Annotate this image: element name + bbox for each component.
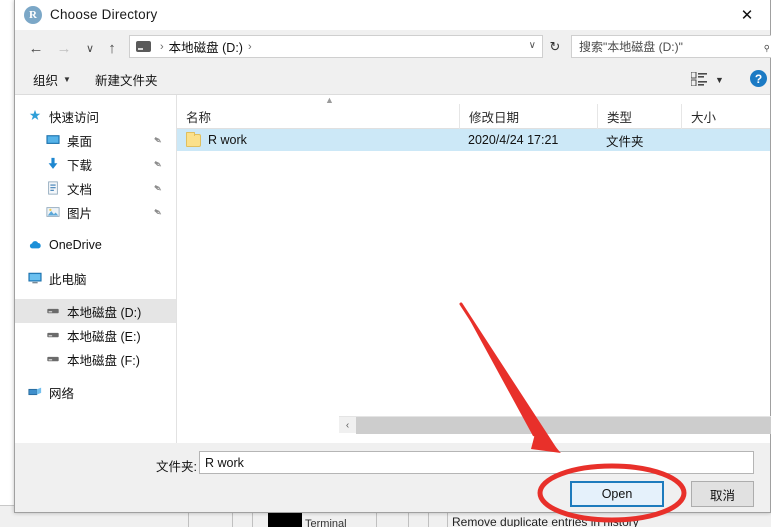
scrollbar-track[interactable] [356,416,771,434]
sidebar-item-label: 本地磁盘 (E:) [67,329,141,344]
drive-icon [45,303,61,319]
scroll-left-icon[interactable]: ‹ [339,417,356,434]
folder-field-label: 文件夹: [156,460,197,474]
documents-icon [45,180,61,196]
network-icon [27,384,43,400]
folder-input[interactable] [199,451,754,474]
desktop-icon [45,132,61,148]
new-folder-button[interactable]: 新建文件夹 [95,70,158,89]
column-header-type[interactable]: 类型 [597,103,681,129]
file-name-cell[interactable]: R work [177,131,459,147]
choose-directory-dialog: R Choose Directory ✕ ← → ∨ ↑ › 本地磁盘 (D:)… [14,0,771,513]
sidebar-item-5[interactable]: OneDrive [15,233,176,257]
bg-history-label: Remove duplicate entries in history [452,515,639,527]
column-header-row: 名称 修改日期 类型 大小 [177,103,770,129]
column-header-size[interactable]: 大小 [681,103,770,129]
drive-icon [45,327,61,343]
recent-locations-icon[interactable]: ∨ [79,37,101,59]
pin-icon[interactable]: ✒ [150,133,165,148]
column-header-name[interactable]: 名称 [177,104,459,129]
chevron-down-icon[interactable]: ▼ [715,75,724,85]
sidebar-item-7[interactable]: 本地磁盘 (D:) [15,299,176,323]
new-folder-label: 新建文件夹 [95,74,158,88]
file-type-cell: 文件夹 [606,134,644,149]
breadcrumb-current[interactable]: 本地磁盘 (D:) [169,37,243,56]
star-pin-icon [27,108,43,124]
pin-icon[interactable]: ✒ [150,181,165,196]
sidebar-item-label: 快速访问 [49,110,100,125]
help-icon[interactable]: ? [750,70,767,87]
sidebar-item-label: 此电脑 [49,272,87,287]
sidebar-item-label: 本地磁盘 (F:) [67,353,140,368]
sidebar-item-label: 桌面 [67,134,93,149]
sidebar-item-8[interactable]: 本地磁盘 (E:) [15,323,176,347]
sidebar-item-label: 下载 [67,158,93,173]
organize-button[interactable]: 组织 ▼ [33,70,71,89]
navigation-bar: ← → ∨ ↑ › 本地磁盘 (D:) › ∨ ↻ 搜索"本地磁盘 (D:)" … [15,30,771,64]
dialog-body: 快速访问桌面 ✒ 下载 ✒ 文档 ✒ 图片 ✒ OneDrive 此电脑本地磁盘 (D:) 本地磁盘… [15,94,771,444]
cloud-icon [27,237,43,253]
folder-icon [186,131,201,147]
horizontal-scrollbar[interactable]: ‹ › [339,416,771,434]
title-bar: R Choose Directory ✕ [15,0,770,30]
cancel-button[interactable]: 取消 [691,481,754,507]
window-title: Choose Directory [50,7,158,22]
column-header-date[interactable]: 修改日期 [459,103,597,129]
table-row[interactable]: R work 2020/4/24 17:21 文件夹 [177,129,770,151]
chevron-down-icon[interactable]: ∨ [529,40,536,51]
screenshot-root: Terminal Remove duplicate entries in his… [0,0,771,527]
sidebar-item-6[interactable]: 此电脑 [15,266,176,290]
sidebar-item-label: 本地磁盘 (D:) [67,305,142,320]
sidebar-list: 快速访问桌面 ✒ 下载 ✒ 文档 ✒ 图片 ✒ OneDrive 此电脑本地磁盘 (D:) 本地磁盘… [15,104,176,404]
search-box[interactable]: 搜索"本地磁盘 (D:)" ⌕ [571,35,771,58]
sidebar-item-2[interactable]: 下载 ✒ [15,152,176,176]
drive-icon [136,41,151,52]
refresh-icon[interactable]: ↻ [545,37,565,57]
file-name-label: R work [208,133,247,147]
scrollbar-thumb[interactable] [356,416,771,434]
view-mode-icon[interactable] [691,72,707,86]
up-icon[interactable]: ↑ [101,37,123,59]
sidebar-item-1[interactable]: 桌面 ✒ [15,128,176,152]
sidebar-item-label: 图片 [67,206,93,221]
sidebar-item-4[interactable]: 图片 ✒ [15,200,176,224]
open-button[interactable]: Open [570,481,664,507]
breadcrumb-separator[interactable]: › [248,41,252,53]
sidebar-item-3[interactable]: 文档 ✒ [15,176,176,200]
organize-label: 组织 [33,74,59,88]
chevron-down-icon: ▼ [63,75,71,84]
r-logo-icon: R [24,6,42,24]
dialog-footer: 文件夹: Open 取消 [15,443,770,512]
breadcrumb-separator: › [160,40,164,53]
command-bar: 组织 ▼ 新建文件夹 ▼ ? [15,64,770,94]
forward-icon[interactable]: → [53,37,75,59]
bg-terminal-swatch [268,512,302,527]
sidebar-item-9[interactable]: 本地磁盘 (F:) [15,347,176,371]
bg-terminal-label: Terminal [305,518,347,527]
back-icon[interactable]: ← [25,37,47,59]
sidebar-item-label: OneDrive [49,238,102,252]
pin-icon[interactable]: ✒ [150,157,165,172]
file-date-cell: 2020/4/24 17:21 [468,133,559,147]
search-input[interactable]: 搜索"本地磁盘 (D:)" [579,38,763,55]
sidebar-item-10[interactable]: 网络 [15,380,176,404]
pictures-icon [45,204,61,220]
close-icon[interactable]: ✕ [724,0,770,29]
sidebar-item-label: 文档 [67,182,93,197]
download-icon [45,156,61,172]
drive-icon [45,351,61,367]
pin-icon[interactable]: ✒ [150,205,165,220]
sidebar-item-0[interactable]: 快速访问 [15,104,176,128]
this-pc-icon [27,270,43,286]
address-bar[interactable]: › 本地磁盘 (D:) › ∨ [129,35,543,58]
sidebar-item-label: 网络 [49,386,75,401]
file-list-pane: ▲ 名称 修改日期 类型 大小 R work 2020/4/24 17:21 文… [177,95,771,444]
navigation-pane: 快速访问桌面 ✒ 下载 ✒ 文档 ✒ 图片 ✒ OneDrive 此电脑本地磁盘 (D:) 本地磁盘… [15,95,177,444]
